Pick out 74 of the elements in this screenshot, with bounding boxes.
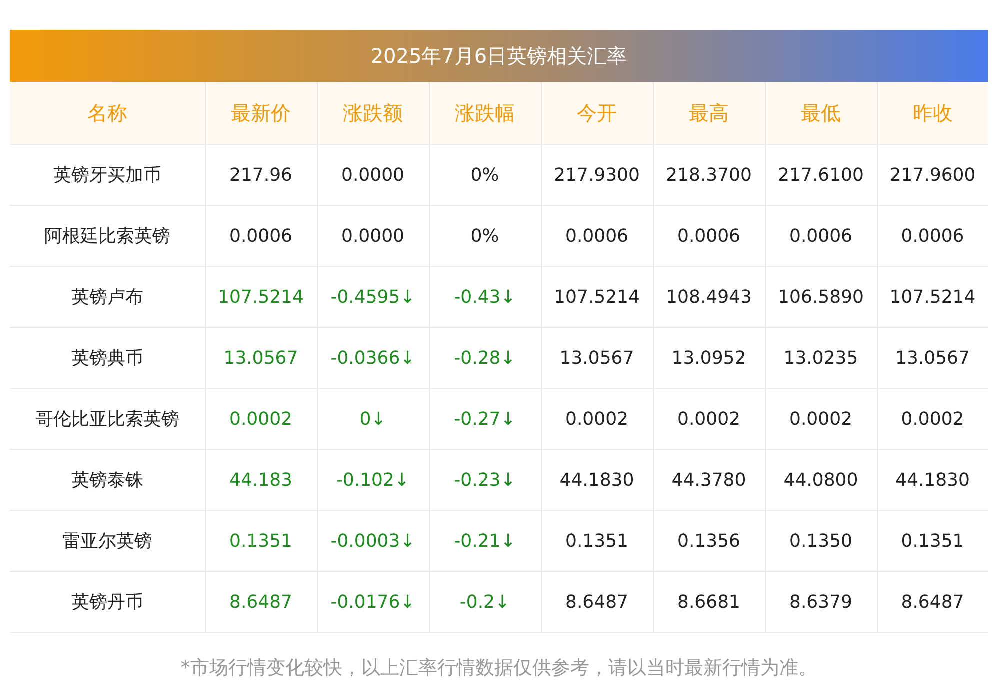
table-cell: 107.5214: [877, 266, 988, 328]
table-cell: 英镑牙买加币: [10, 144, 205, 206]
table-cell: -0.2↓: [429, 572, 541, 632]
table-cell: 0.0006: [205, 206, 317, 266]
table-cell: 106.5890: [765, 266, 877, 328]
table-cell: 英镑泰铢: [10, 450, 205, 510]
table-cell: 8.6487: [877, 572, 988, 632]
table-cell: -0.43↓: [429, 266, 541, 328]
table-cell: 0.1351: [205, 510, 317, 572]
table-cell: 0.0002: [205, 388, 317, 450]
table-cell: -0.0003↓: [317, 510, 429, 572]
column-header: 涨跌幅: [429, 82, 541, 144]
table-cell: -0.102↓: [317, 450, 429, 510]
table-cell: -0.27↓: [429, 388, 541, 450]
table-cell: 0%: [429, 144, 541, 206]
table-cell: 8.6487: [205, 572, 317, 632]
table-cell: 44.183: [205, 450, 317, 510]
table-cell: 8.6681: [653, 572, 765, 632]
table-cell: 0.1351: [877, 510, 988, 572]
column-header: 昨收: [877, 82, 988, 144]
table-cell: 0↓: [317, 388, 429, 450]
table-cell: 0.0006: [541, 206, 653, 266]
table-cell: 13.0567: [205, 328, 317, 388]
table-title: 2025年7月6日英镑相关汇率: [10, 30, 988, 82]
table-cell: 0.0006: [765, 206, 877, 266]
table-cell: 0.0002: [877, 388, 988, 450]
table-cell: 44.1830: [541, 450, 653, 510]
table-cell: 0.1356: [653, 510, 765, 572]
table-cell: 雷亚尔英镑: [10, 510, 205, 572]
table-cell: 0.0000: [317, 144, 429, 206]
table-cell: 0.1351: [541, 510, 653, 572]
column-header: 最新价: [205, 82, 317, 144]
table-cell: 阿根廷比索英镑: [10, 206, 205, 266]
column-header: 最高: [653, 82, 765, 144]
table-cell: -0.23↓: [429, 450, 541, 510]
table-cell: 217.96: [205, 144, 317, 206]
table-cell: -0.28↓: [429, 328, 541, 388]
table-cell: 0.0002: [765, 388, 877, 450]
table-cell: 0.0002: [541, 388, 653, 450]
table-cell: 107.5214: [205, 266, 317, 328]
table-cell: 13.0567: [877, 328, 988, 388]
column-header: 今开: [541, 82, 653, 144]
table-cell: 13.0235: [765, 328, 877, 388]
table-cell: 8.6379: [765, 572, 877, 632]
column-header: 最低: [765, 82, 877, 144]
table-cell: 英镑丹币: [10, 572, 205, 632]
table-cell: -0.21↓: [429, 510, 541, 572]
table-cell: 0.0000: [317, 206, 429, 266]
table-cell: 英镑典币: [10, 328, 205, 388]
table-cell: 44.1830: [877, 450, 988, 510]
table-cell: 108.4943: [653, 266, 765, 328]
table-cell: 0.0006: [877, 206, 988, 266]
table-cell: 0.0006: [653, 206, 765, 266]
table-cell: 英镑卢布: [10, 266, 205, 328]
table-cell: 0%: [429, 206, 541, 266]
footnote: *市场行情变化较快，以上汇率行情数据仅供参考，请以当时最新行情为准。: [180, 656, 818, 681]
table-cell: 217.9600: [877, 144, 988, 206]
table-cell: 44.0800: [765, 450, 877, 510]
column-header: 名称: [10, 82, 205, 144]
table-cell: -0.0176↓: [317, 572, 429, 632]
table-cell: -0.0366↓: [317, 328, 429, 388]
table-cell: 217.9300: [541, 144, 653, 206]
table-cell: 8.6487: [541, 572, 653, 632]
table-cell: 44.3780: [653, 450, 765, 510]
table-cell: 218.3700: [653, 144, 765, 206]
table-cell: 107.5214: [541, 266, 653, 328]
table-cell: 0.0002: [653, 388, 765, 450]
table-cell: 13.0567: [541, 328, 653, 388]
column-header: 涨跌额: [317, 82, 429, 144]
table-cell: 217.6100: [765, 144, 877, 206]
table-cell: -0.4595↓: [317, 266, 429, 328]
table-cell: 13.0952: [653, 328, 765, 388]
table-cell: 0.1350: [765, 510, 877, 572]
table-cell: 哥伦比亚比索英镑: [10, 388, 205, 450]
